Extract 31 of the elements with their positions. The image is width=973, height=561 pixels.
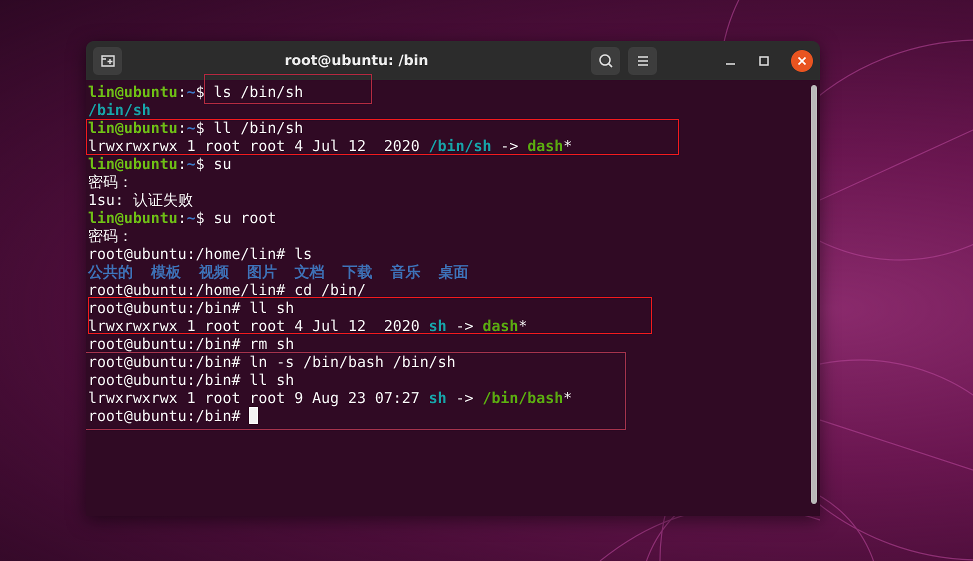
search-icon [598, 52, 614, 68]
terminal-line: root@ubuntu:/home/lin# ls [88, 245, 312, 263]
terminal-line: /bin/sh [88, 101, 151, 119]
terminal-line: 密码： [88, 227, 133, 245]
close-icon [797, 56, 807, 66]
terminal-line: 1su: 认证失败 [88, 191, 193, 209]
menu-icon [636, 54, 650, 66]
terminal-line: root@ubuntu:/bin# ln -s /bin/bash /bin/sh [88, 353, 456, 371]
terminal-line: lrwxrwxrwx 1 root root 4 Jul 12 2020 sh -> dash* [88, 317, 528, 335]
terminal-line: lin@ubuntu:~$ ls /bin/sh [88, 83, 304, 101]
terminal-line: root@ubuntu:/home/lin# cd /bin/ [88, 281, 366, 299]
terminal-line: root@ubuntu:/bin# ll sh [88, 371, 294, 389]
terminal-line: lrwxrwxrwx 1 root root 4 Jul 12 2020 /bin/sh -> dash* [88, 137, 572, 155]
terminal-line: lin@ubuntu:~$ su [88, 155, 232, 173]
scrollbar[interactable] [811, 85, 817, 504]
terminal-line: 密码： [88, 173, 133, 191]
maximize-icon [759, 56, 769, 66]
terminal-line: 公共的 模板 视频 图片 文档 下载 音乐 桌面 [88, 263, 469, 281]
new-tab-icon [100, 52, 116, 68]
terminal-line: root@ubuntu:/bin# rm sh [88, 335, 294, 353]
search-button[interactable] [591, 46, 620, 74]
menu-button[interactable] [628, 46, 657, 74]
window-title: root@ubuntu: /bin [284, 52, 430, 68]
terminal-line: root@ubuntu:/bin# [88, 407, 258, 425]
minimize-icon [726, 63, 734, 65]
terminal-line: root@ubuntu:/bin# ll sh [88, 299, 294, 317]
new-tab-button[interactable] [93, 46, 122, 74]
terminal-line: lrwxrwxrwx 1 root root 9 Aug 23 07:27 sh -> /bin/bash* [88, 389, 572, 407]
close-button[interactable] [791, 50, 813, 72]
terminal-line: lin@ubuntu:~$ ll /bin/sh [88, 119, 304, 137]
terminal-line: lin@ubuntu:~$ su root [88, 209, 276, 227]
